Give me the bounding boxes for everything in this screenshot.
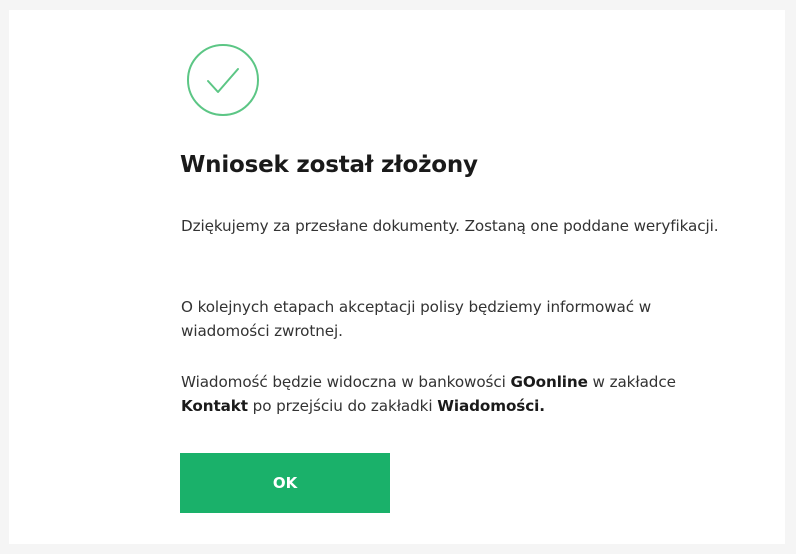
next-steps-paragraph: O kolejnych etapach akceptacji polisy bę… [181, 298, 652, 340]
message-location-text-3: po przejściu do zakładki [247, 397, 438, 415]
wiadomosci-label: Wiadomości. [437, 397, 545, 415]
check-circle-icon [185, 42, 261, 118]
page-background: Wniosek został złożony Dziękujemy za prz… [0, 0, 796, 554]
message-location-text-1: Wiadomość będzie widoczna w bankowości [181, 373, 511, 391]
confirmation-panel: Wniosek został złożony Dziękujemy za prz… [9, 10, 785, 544]
message-location-paragraph: Wiadomość będzie widoczna w bankowości G… [181, 370, 741, 418]
confirmation-title: Wniosek został złożony [180, 152, 478, 178]
goonline-label: GOonline [510, 373, 588, 391]
kontakt-label: Kontakt [181, 397, 248, 415]
ok-button[interactable]: OK [180, 453, 390, 513]
message-location-text-2: w zakładce [587, 373, 676, 391]
thanks-paragraph: Dziękujemy za przesłane dokumenty. Zosta… [181, 217, 719, 235]
